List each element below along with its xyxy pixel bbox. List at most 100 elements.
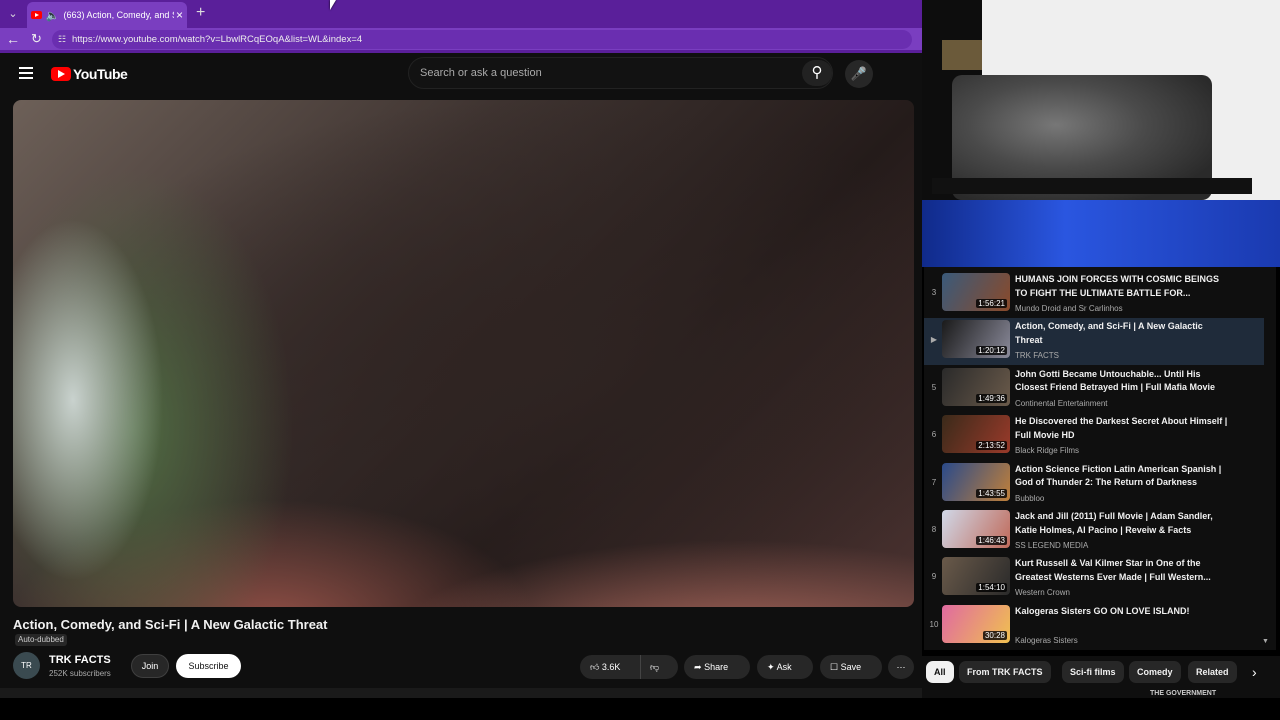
tab-list-button[interactable]: ⌄	[4, 5, 22, 23]
scroll-down-icon[interactable]: ▼	[1262, 638, 1269, 645]
next-section-preview: THE GOVERNMENT	[922, 688, 1280, 698]
url-text: https://www.youtube.com/watch?v=LbwlRCqE…	[72, 34, 363, 45]
video-thumbnail[interactable]: 1:49:36	[942, 367, 1010, 406]
chip-from-trk-facts[interactable]: From TRK FACTS	[959, 661, 1051, 683]
playlist-index: 7	[931, 477, 937, 487]
browser-window: ⌄ 🔈 (663) Action, Comedy, and Sci × + ← …	[0, 0, 922, 698]
menu-icon[interactable]	[19, 67, 33, 79]
join-button[interactable]: Join	[131, 654, 169, 678]
chip-sci-fi-films[interactable]: Sci-fi films	[1062, 661, 1124, 683]
youtube-header: YouTube Search or ask a question ⚲ 🎤	[0, 55, 922, 95]
subscriber-count: 252K subscribers	[49, 669, 111, 678]
thumbs-down-icon[interactable]: 👎︎	[650, 655, 659, 679]
chip-related[interactable]: Related	[1188, 661, 1237, 683]
search-placeholder: Search or ask a question	[420, 67, 542, 79]
ask-label: Ask	[776, 662, 792, 672]
ask-button[interactable]: ✦ Ask	[757, 655, 813, 679]
playlist-item[interactable]: 9 1:54:10 Kurt Russell & Val Kilmer Star i…	[924, 555, 1264, 602]
auto-dubbed-badge: Auto-dubbed	[15, 634, 67, 646]
playlist-item-title: John Gotti Became Untouchable... Until H…	[1015, 368, 1216, 393]
playlist-item[interactable]: 6 2:13:52 He Discovered the Darkest Secret…	[924, 413, 1264, 460]
playlist-item[interactable]: 3 1:56:21 HUMANS JOIN FORCES WITH COSMIC B…	[924, 271, 1264, 318]
playlist-index: 10	[929, 619, 939, 629]
playlist-index: 9	[931, 572, 937, 582]
channel-name[interactable]: TRK FACTS	[49, 654, 111, 666]
playlist-index: 3	[931, 288, 937, 297]
address-bar[interactable]: ☷ https://www.youtube.com/watch?v=LbwlRC…	[52, 30, 912, 49]
video-player[interactable]	[13, 100, 914, 607]
playlist-item[interactable]: 8 1:46:43 Jack and Jill (2011) Full Movie …	[924, 508, 1264, 555]
mouse-cursor-icon	[330, 0, 336, 10]
playlist-item-channel: Black Ridge Films	[1015, 446, 1080, 456]
playlist-item-title: He Discovered the Darkest Secret About H…	[1015, 416, 1228, 440]
duration-badge: 1:46:43	[976, 536, 1007, 545]
close-tab-icon[interactable]: ×	[176, 8, 183, 22]
new-tab-button[interactable]: +	[196, 4, 205, 22]
screen: ⌄ 🔈 (663) Action, Comedy, and Sci × + ← …	[0, 0, 1280, 720]
video-thumbnail[interactable]: 30:28	[942, 604, 1010, 643]
chip-comedy[interactable]: Comedy	[1129, 661, 1181, 683]
back-button[interactable]: ←	[6, 31, 20, 47]
logo-text: YouTube	[73, 66, 128, 82]
playlist-item-title: HUMANS JOIN FORCES WITH COSMIC BEINGS TO…	[1015, 274, 1220, 298]
active-tab[interactable]: 🔈 (663) Action, Comedy, and Sci ×	[27, 2, 187, 28]
tab-title: (663) Action, Comedy, and Sci	[63, 10, 174, 20]
playlist-item-channel: Bubbloo	[1015, 493, 1045, 503]
playlist-item[interactable]: 10 30:28 Kalogeras Sisters GO ON LOVE ISLA…	[924, 603, 1264, 650]
share-icon: ➦	[694, 662, 702, 672]
save-button[interactable]: ☐ Save	[820, 655, 882, 679]
chevron-right-icon[interactable]: ›	[1252, 664, 1257, 680]
playlist-index: 5	[931, 382, 937, 392]
share-label: Share	[704, 662, 729, 672]
playlist-index: 6	[931, 430, 937, 440]
chip-all[interactable]: All	[926, 661, 954, 683]
video-thumbnail[interactable]: 1:46:43	[942, 510, 1010, 548]
site-info-icon[interactable]: ☷	[58, 34, 66, 45]
playlist-item-title: Action, Comedy, and Sci-Fi | A New Galac…	[1015, 321, 1203, 345]
reload-button[interactable]: ↻	[31, 31, 42, 47]
video-thumbnail[interactable]: 1:56:21	[942, 273, 1010, 311]
speaker-icon[interactable]: 🔈	[46, 9, 60, 22]
video-thumbnail[interactable]: 1:43:55	[942, 462, 1010, 501]
playlist-item[interactable]: 7 1:43:55 Action Science Fiction Latin Ame…	[924, 461, 1264, 508]
microphone-icon[interactable]: 🎤	[845, 60, 873, 88]
video-thumbnail[interactable]: 2:13:52	[942, 415, 1010, 454]
navigation-bar: ← ↻ ☷ https://www.youtube.com/watch?v=Lb…	[0, 28, 922, 53]
playlist-index: 8	[931, 525, 937, 534]
duration-badge: 1:43:55	[976, 488, 1007, 498]
thumbs-up-icon: 👍︎	[590, 662, 600, 672]
like-button[interactable]: 👍︎ 3.6K	[580, 655, 641, 679]
below-content	[0, 688, 922, 698]
playlist-item-channel: Kalogeras Sisters	[1015, 635, 1078, 645]
playlist-item-title: Kalogeras Sisters GO ON LOVE ISLAND!	[1015, 605, 1190, 616]
like-dislike-group: 👍︎ 3.6K 👎︎	[580, 655, 678, 679]
duration-badge: 2:13:52	[976, 441, 1007, 451]
youtube-logo[interactable]: YouTube	[51, 66, 128, 82]
like-count: 3.6K	[601, 662, 621, 672]
duration-badge: 30:28	[982, 630, 1007, 640]
preview-text: THE GOVERNMENT	[1150, 690, 1217, 697]
playlist-item-channel: Continental Entertainment	[1015, 398, 1108, 408]
video-thumbnail[interactable]: 1:54:10	[942, 557, 1010, 596]
webcam-bed-frame	[932, 178, 1252, 194]
share-button[interactable]: ➦ Share	[684, 655, 750, 679]
search-input[interactable]: Search or ask a question	[408, 57, 833, 89]
playlist-item[interactable]: 5 1:49:36 John Gotti Became Untouchable...…	[924, 366, 1264, 413]
save-label: Save	[840, 662, 862, 672]
channel-avatar[interactable]: TR	[13, 652, 40, 679]
sparkle-icon: ✦	[767, 662, 775, 672]
more-options-icon[interactable]: ⋯	[888, 655, 914, 679]
playlist-panel: 3 1:56:21 HUMANS JOIN FORCES WITH COSMIC B…	[924, 267, 1276, 650]
subscribe-button[interactable]: Subscribe	[176, 654, 241, 678]
playlist-item[interactable]: ▶ 1:20:12 Action, Comedy, and Sci-Fi | A N…	[924, 318, 1264, 366]
playlist-item-channel: TRK FACTS	[1015, 351, 1060, 361]
webcam-shelf	[942, 40, 982, 70]
youtube-favicon-icon	[31, 11, 42, 19]
video-thumbnail[interactable]: 1:20:12	[942, 320, 1010, 359]
playlist-item-channel: SS LEGEND MEDIA	[1015, 541, 1089, 550]
playlist-item-channel: Mundo Droid and Sr Carlinhos	[1015, 304, 1123, 313]
duration-badge: 1:49:36	[976, 393, 1007, 403]
search-icon[interactable]: ⚲	[802, 60, 832, 86]
webcam-blue-light	[922, 200, 1280, 267]
webcam-overlay	[922, 0, 1280, 267]
